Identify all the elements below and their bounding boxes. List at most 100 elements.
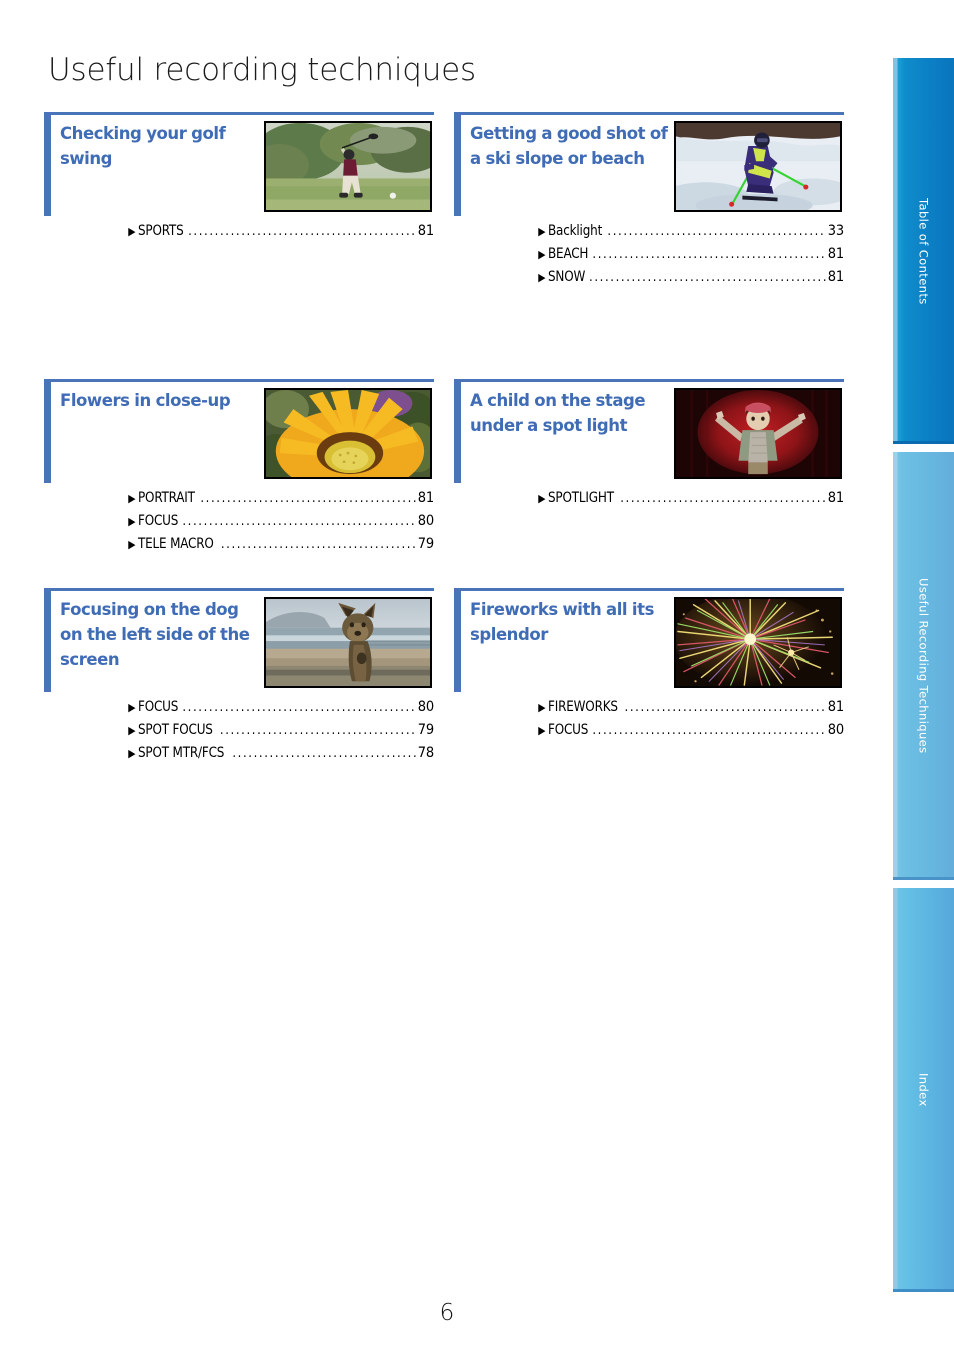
dot-leader: ........................................… (589, 270, 826, 285)
page-number: 6 (439, 1300, 455, 1326)
triangle-bullet-icon: ▶ (128, 515, 136, 528)
entry-list: ▶ FIREWORKS ............................… (470, 696, 844, 746)
tab-useful-recording-techniques[interactable]: Useful Recording Techniques (893, 452, 954, 880)
section-column-right: A child on the stage under a spot light (454, 379, 844, 560)
entry-list: ▶ FOCUS ................................… (60, 696, 434, 769)
triangle-bullet-icon: ▶ (128, 724, 136, 737)
section-focusing-on-the-dog-on-the-left-side-of-the-screen: Focusing on the dog on the left side of … (44, 588, 434, 769)
triangle-bullet-icon: ▶ (128, 538, 136, 551)
entry-page: 81 (827, 490, 844, 506)
entry-label: FOCUS (137, 513, 178, 529)
tab-index[interactable]: Index (893, 888, 954, 1292)
page-title: Useful recording techniques (48, 52, 477, 88)
fireworks-thumbnail (674, 597, 842, 688)
section-top-rule (44, 588, 434, 591)
entry-label: SPOT FOCUS (137, 722, 213, 738)
entry-label: SPORTS (137, 223, 184, 239)
list-item[interactable]: ▶ FIREWORKS ............................… (538, 696, 844, 719)
section-left-bar (454, 112, 461, 216)
list-item[interactable]: ▶ PORTRAIT .............................… (128, 487, 434, 510)
section-a-child-on-the-stage-under-a-spot-light: A child on the stage under a spot light (454, 379, 844, 514)
dot-leader: ........................................… (232, 746, 416, 761)
triangle-bullet-icon: ▶ (538, 248, 546, 261)
entry-page: 80 (417, 513, 434, 529)
section-left-bar (454, 588, 461, 692)
section-row-3: Focusing on the dog on the left side of … (44, 588, 844, 769)
section-header: Fireworks with all its splendor (470, 588, 844, 692)
list-item[interactable]: ▶ BEACH ................................… (538, 243, 844, 266)
section-top-rule (454, 379, 844, 382)
triangle-bullet-icon: ▶ (538, 724, 546, 737)
entry-label: BEACH (547, 246, 588, 262)
ski-slope-thumbnail (674, 121, 842, 212)
section-header: Flowers in close-up (60, 379, 434, 483)
entry-label: FOCUS (547, 722, 588, 738)
list-item[interactable]: ▶ TELE MACRO ...........................… (128, 533, 434, 556)
section-top-rule (44, 379, 434, 382)
dot-leader: ........................................… (200, 491, 416, 506)
section-column-left: Focusing on the dog on the left side of … (44, 588, 434, 769)
child-on-stage-thumbnail (674, 388, 842, 479)
entry-list: ▶ PORTRAIT .............................… (60, 487, 434, 560)
dot-leader: ........................................… (620, 491, 826, 506)
section-column-right: Getting a good shot of a ski slope or be… (454, 112, 844, 293)
section-column-left: Checking your golf swing ▶ SPORTS ......… (44, 112, 434, 293)
entry-list: ▶ Backlight ............................… (470, 220, 844, 293)
section-title: Flowers in close-up (60, 391, 231, 410)
list-item[interactable]: ▶ SPOT FOCUS ...........................… (128, 719, 434, 742)
list-item[interactable]: ▶ SNOW .................................… (538, 266, 844, 289)
row-spacer (44, 560, 844, 588)
list-item[interactable]: ▶ FOCUS ................................… (128, 510, 434, 533)
entry-page: 81 (827, 269, 844, 285)
section-title: Checking your golf swing (60, 124, 226, 169)
list-item[interactable]: ▶ SPOTLIGHT ............................… (538, 487, 844, 510)
section-title: Getting a good shot of a ski slope or be… (470, 124, 668, 169)
dot-leader: ........................................… (220, 537, 416, 552)
entry-page: 79 (417, 722, 434, 738)
dot-leader: ........................................… (624, 700, 826, 715)
list-item[interactable]: ▶ SPORTS ...............................… (128, 220, 434, 243)
section-column-left: Flowers in close-up ▶ PORTRAIT .........… (44, 379, 434, 560)
yellow-flower-thumbnail (264, 388, 432, 479)
section-header: Checking your golf swing (60, 112, 434, 216)
list-item[interactable]: ▶ Backlight ............................… (538, 220, 844, 243)
tab-label: Useful Recording Techniques (916, 578, 931, 754)
side-tab-strip: Table of Contents Useful Recording Techn… (893, 58, 954, 1292)
entry-page: 80 (417, 699, 434, 715)
section-top-rule (454, 588, 844, 591)
entry-label: PORTRAIT (137, 490, 195, 506)
list-item[interactable]: ▶ FOCUS ................................… (128, 696, 434, 719)
section-checking-your-golf-swing: Checking your golf swing ▶ SPORTS ......… (44, 112, 434, 247)
triangle-bullet-icon: ▶ (128, 225, 136, 238)
section-header: Focusing on the dog on the left side of … (60, 588, 434, 692)
entry-page: 81 (827, 246, 844, 262)
list-item[interactable]: ▶ SPOT MTR/FCS .........................… (128, 742, 434, 765)
entry-label: FOCUS (137, 699, 178, 715)
entry-page: 79 (417, 536, 434, 552)
golf-swing-thumbnail (264, 121, 432, 212)
triangle-bullet-icon: ▶ (538, 701, 546, 714)
section-row-2: Flowers in close-up ▶ PORTRAIT .........… (44, 379, 844, 560)
section-left-bar (44, 588, 51, 692)
entry-list: ▶ SPOTLIGHT ............................… (470, 487, 844, 514)
entry-label: Backlight (547, 223, 602, 239)
section-left-bar (44, 379, 51, 483)
section-flowers-in-close-up: Flowers in close-up ▶ PORTRAIT .........… (44, 379, 434, 560)
entry-label: SNOW (547, 269, 585, 285)
tab-table-of-contents[interactable]: Table of Contents (893, 58, 954, 444)
section-title: Fireworks with all its splendor (470, 600, 654, 645)
dot-leader: ........................................… (607, 224, 826, 239)
sections-grid: Checking your golf swing ▶ SPORTS ......… (44, 112, 844, 769)
dog-on-beach-thumbnail (264, 597, 432, 688)
section-left-bar (454, 379, 461, 483)
list-item[interactable]: ▶ FOCUS ................................… (538, 719, 844, 742)
section-fireworks-with-all-its-splendor: Fireworks with all its splendor ▶ FIREWO… (454, 588, 844, 746)
dot-leader: ........................................… (182, 514, 416, 529)
section-top-rule (454, 112, 844, 115)
triangle-bullet-icon: ▶ (538, 492, 546, 505)
dot-leader: ........................................… (592, 723, 826, 738)
entry-page: 78 (417, 745, 434, 761)
section-top-rule (44, 112, 434, 115)
triangle-bullet-icon: ▶ (538, 225, 546, 238)
tab-label: Table of Contents (916, 197, 931, 305)
